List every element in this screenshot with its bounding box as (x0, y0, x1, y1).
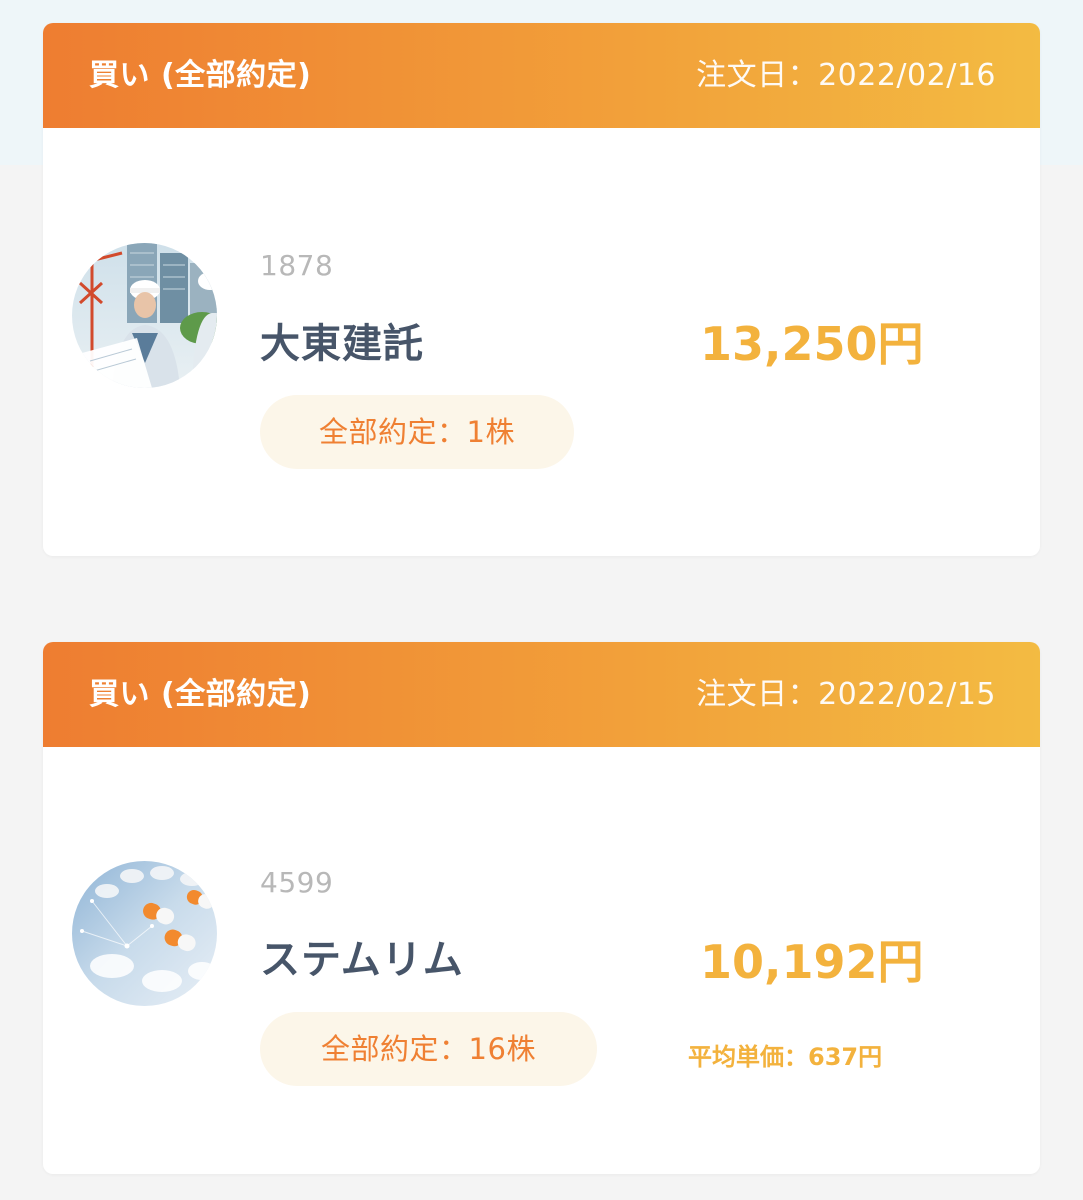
order-amount: 10,192円 (700, 935, 924, 989)
fill-quantity-badge: 全部約定：1株 (260, 395, 574, 469)
stock-name: 大東建託 (260, 321, 424, 367)
order-type-label: 買い (全部約定) (89, 677, 312, 712)
stock-name: ステムリム (260, 937, 464, 983)
fill-quantity-badge: 全部約定：16株 (260, 1012, 597, 1086)
stock-code: 4599 (260, 866, 334, 899)
order-card[interactable]: 買い (全部約定) 注文日：2022/02/16 1878 大東建託 全部約定：… (43, 23, 1040, 556)
stock-thumbnail-construction-image (72, 243, 217, 388)
order-date-label: 注文日：2022/02/16 (696, 58, 996, 93)
order-card-header: 買い (全部約定) 注文日：2022/02/16 (43, 23, 1040, 128)
stock-code: 1878 (260, 249, 334, 282)
average-unit-price: 平均単価：637円 (688, 1043, 883, 1071)
order-card-header: 買い (全部約定) 注文日：2022/02/15 (43, 642, 1040, 747)
order-amount: 13,250円 (700, 317, 924, 371)
order-card[interactable]: 買い (全部約定) 注文日：2022/02/15 4599 ステムリム 全部約定… (43, 642, 1040, 1174)
order-date-label: 注文日：2022/02/15 (696, 677, 996, 712)
order-type-label: 買い (全部約定) (89, 58, 312, 93)
stock-thumbnail-medicine-image (72, 861, 217, 1006)
